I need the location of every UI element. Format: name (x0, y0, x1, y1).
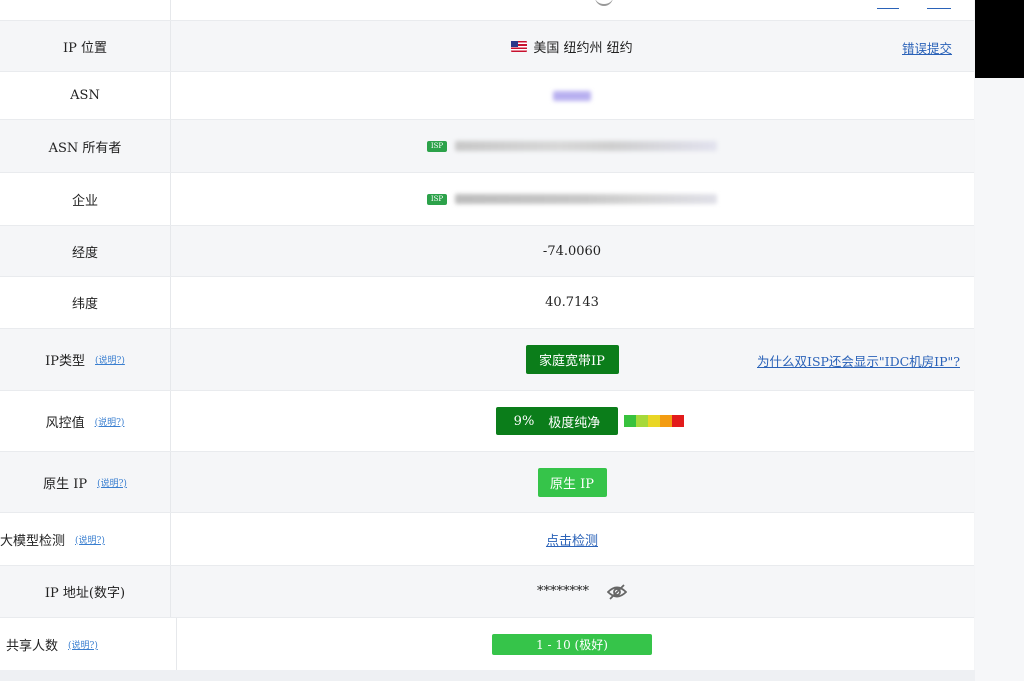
dual-isp-info-link[interactable]: 为什么双ISP还会显示"IDC机房IP"? (757, 351, 960, 370)
row-value: ISP (170, 120, 974, 172)
shared-users-badge: 1 - 10 (极好) (492, 633, 652, 655)
row-label: 企业 (0, 173, 171, 225)
row-value: 美国 纽约州 纽约 (170, 21, 974, 71)
report-error-link[interactable]: 错误提交 (902, 38, 952, 57)
row-value: ISP (170, 173, 974, 225)
row-label: 经度 (0, 226, 171, 276)
isp-badge: ISP (426, 140, 448, 152)
partial-link[interactable] (877, 8, 899, 9)
masked-ip-value: ******** (537, 584, 589, 599)
table-row-latitude: 纬度 40.7143 (0, 277, 974, 329)
row-label (0, 0, 171, 20)
us-flag-icon (511, 40, 528, 52)
detect-link[interactable]: 点击检测 (546, 530, 598, 549)
page-right-margin (975, 78, 1024, 681)
row-value: 9% 极度纯净 (170, 391, 974, 451)
help-link[interactable]: (说明?) (68, 638, 98, 651)
location-text: 美国 纽约州 纽约 (533, 40, 633, 56)
table-row-company: 企业 ISP (0, 173, 974, 226)
eye-slash-icon[interactable] (607, 583, 627, 600)
label-text: IP类型 (45, 354, 86, 369)
help-link[interactable]: (说明?) (75, 533, 105, 546)
risk-scale-segment (648, 415, 660, 427)
row-label: IP 位置 (0, 21, 171, 71)
row-value: 1 - 10 (极好) (170, 618, 974, 670)
longitude-value: -74.0060 (542, 243, 602, 259)
risk-score-badge: 9% 极度纯净 (496, 407, 618, 435)
row-value (170, 72, 974, 119)
table-row-ip-location: IP 位置 美国 纽约州 纽约 错误提交 (0, 21, 974, 72)
row-label: 大模型检测 (说明?) (0, 513, 171, 565)
table-row-native-ip: 原生 IP (说明?) 原生 IP (0, 452, 974, 513)
label-text: 原生 IP (43, 476, 88, 492)
help-link[interactable]: (说明?) (95, 353, 125, 366)
table-row-longitude: 经度 -74.0060 (0, 226, 974, 277)
label-text: 共享人数 (6, 638, 59, 654)
partial-icon (595, 0, 613, 6)
ip-type-badge: 家庭宽带IP (525, 345, 619, 374)
redacted-company (455, 194, 718, 204)
row-label: ASN 所有者 (0, 120, 171, 172)
native-ip-badge: 原生 IP (537, 467, 607, 497)
risk-scale-segment (660, 415, 672, 427)
row-label: 风控值 (说明?) (0, 391, 171, 451)
row-label: IP类型 (说明?) (0, 329, 171, 390)
row-label: 纬度 (0, 277, 171, 328)
row-label: IP 地址(数字) (0, 566, 171, 617)
redacted-asn (553, 90, 591, 101)
row-label: 原生 IP (说明?) (0, 452, 171, 512)
label-text: 风控值 (45, 415, 85, 431)
row-value: ******** (170, 566, 974, 617)
table-row-asn: ASN (0, 72, 974, 120)
help-link[interactable]: (说明?) (95, 415, 125, 428)
table-row-llm-detect: 大模型检测 (说明?) 点击检测 (0, 513, 974, 566)
isp-badge: ISP (426, 193, 448, 205)
row-value: 原生 IP (170, 452, 974, 512)
partial-link[interactable] (927, 8, 951, 9)
risk-scale-bar (624, 415, 684, 427)
label-text: 大模型检测 (0, 533, 66, 549)
table-row-asn-owner: ASN 所有者 ISP (0, 120, 974, 173)
overlay-dark-corner (975, 0, 1024, 78)
table-row-ip-type: IP类型 (说明?) 家庭宽带IP 为什么双ISP还会显示"IDC机房IP"? (0, 329, 974, 391)
table-row-shared-users: 共享人数 (说明?) 1 - 10 (极好) (0, 618, 974, 670)
table-row-risk: 风控值 (说明?) 9% 极度纯净 (0, 391, 974, 452)
risk-scale-segment (672, 415, 684, 427)
risk-percent: 9% (513, 413, 535, 429)
table-row-ip-numeric: IP 地址(数字) ******** (0, 566, 974, 618)
risk-scale-segment (636, 415, 648, 427)
table-row-cutoff (0, 0, 974, 21)
risk-scale-segment (624, 415, 636, 427)
row-label: ASN (0, 72, 171, 119)
redacted-owner (455, 141, 718, 151)
row-label: 共享人数 (说明?) (0, 618, 177, 670)
latitude-value: 40.7143 (545, 295, 599, 310)
ip-info-panel: IP 位置 美国 纽约州 纽约 错误提交 ASN ASN 所有者 ISP 企业 … (0, 0, 974, 670)
risk-level: 极度纯净 (548, 415, 601, 431)
page-bottom-margin (0, 670, 975, 681)
row-value: 点击检测 (170, 513, 974, 565)
row-value (170, 0, 974, 20)
help-link[interactable]: (说明?) (97, 476, 127, 489)
